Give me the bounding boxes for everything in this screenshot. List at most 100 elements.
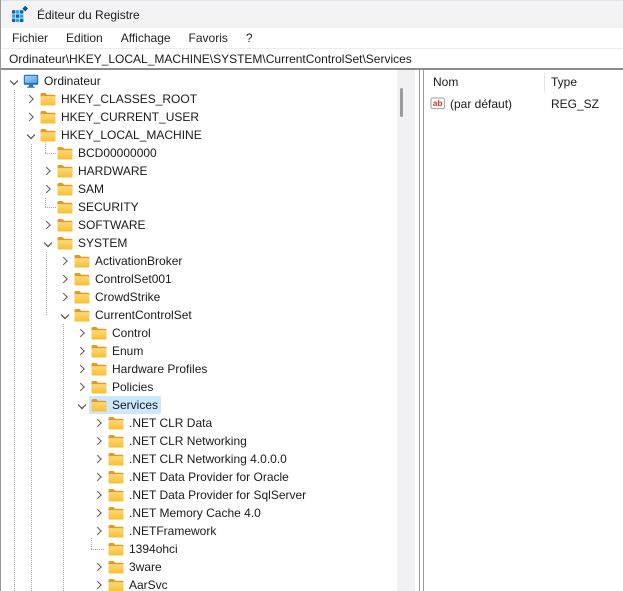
- folder-icon: [108, 560, 124, 574]
- folder-icon: [91, 326, 107, 340]
- folder-icon: [108, 488, 124, 502]
- tree-item-label: Services: [112, 396, 158, 414]
- chevron-icon[interactable]: [41, 234, 55, 252]
- tree-item--net-data-provider-for-oracle[interactable]: .NET Data Provider for Oracle: [1, 468, 397, 486]
- menu-item-edition[interactable]: Edition: [57, 29, 112, 47]
- column-header-type[interactable]: Type: [551, 75, 623, 89]
- chevron-icon[interactable]: [7, 72, 21, 90]
- menu-item-fichier[interactable]: Fichier: [3, 29, 57, 47]
- tree-item-label: .NETFramework: [129, 522, 216, 540]
- tree-item-label: .NET Memory Cache 4.0: [129, 504, 261, 522]
- tree-item-currentcontrolset[interactable]: CurrentControlSet: [1, 306, 397, 324]
- tree-item-label: SECURITY: [78, 198, 139, 216]
- chevron-icon[interactable]: [92, 432, 106, 450]
- tree-item-policies[interactable]: Policies: [1, 378, 397, 396]
- column-separator[interactable]: [544, 73, 545, 92]
- tree-item-label: BCD00000000: [78, 144, 157, 162]
- tree-item-activationbroker[interactable]: ActivationBroker: [1, 252, 397, 270]
- tree-item-label: .NET Data Provider for Oracle: [129, 468, 289, 486]
- chevron-icon[interactable]: [92, 522, 106, 540]
- tree-item-enum[interactable]: Enum: [1, 342, 397, 360]
- chevron-icon[interactable]: [92, 468, 106, 486]
- chevron-icon[interactable]: [41, 162, 55, 180]
- values-list: ab (par défaut) REG_SZ: [425, 94, 623, 113]
- tree-item--net-memory-cache-4-0[interactable]: .NET Memory Cache 4.0: [1, 504, 397, 522]
- menu-item-favoris[interactable]: Favoris: [180, 29, 237, 47]
- registry-editor-window: Éditeur du Registre Fichier Edition Affi…: [0, 0, 623, 591]
- string-value-icon: ab: [430, 97, 446, 110]
- folder-icon: [74, 254, 90, 268]
- column-header-name[interactable]: Nom: [425, 75, 551, 89]
- tree-item-control[interactable]: Control: [1, 324, 397, 342]
- tree-item-crowdstrike[interactable]: CrowdStrike: [1, 288, 397, 306]
- tree-item-hardware-profiles[interactable]: Hardware Profiles: [1, 360, 397, 378]
- tree-item-hkey-classes-root[interactable]: HKEY_CLASSES_ROOT: [1, 90, 397, 108]
- tree-item--net-clr-networking-4-0-0-0[interactable]: .NET CLR Networking 4.0.0.0: [1, 450, 397, 468]
- tree-item-system[interactable]: SYSTEM: [1, 234, 397, 252]
- folder-icon: [91, 344, 107, 358]
- chevron-icon[interactable]: [24, 90, 38, 108]
- chevron-icon[interactable]: [75, 378, 89, 396]
- chevron-icon[interactable]: [92, 486, 106, 504]
- pane-splitter[interactable]: [415, 70, 425, 591]
- chevron-icon[interactable]: [58, 252, 72, 270]
- tree-item-label: Policies: [112, 378, 153, 396]
- tree-item-label: .NET CLR Networking: [129, 432, 247, 450]
- tree-item-bcd00000000[interactable]: BCD00000000: [1, 144, 397, 162]
- chevron-icon[interactable]: [75, 360, 89, 378]
- tree-item-1394ohci[interactable]: 1394ohci: [1, 540, 397, 558]
- tree-item-label: .NET CLR Networking 4.0.0.0: [129, 450, 287, 468]
- tree-item-label: HKEY_LOCAL_MACHINE: [61, 126, 202, 144]
- chevron-icon[interactable]: [24, 108, 38, 126]
- tree-item-aarsvc[interactable]: AarSvc: [1, 576, 397, 591]
- chevron-icon[interactable]: [58, 288, 72, 306]
- tree-item-software[interactable]: SOFTWARE: [1, 216, 397, 234]
- chevron-icon[interactable]: [41, 180, 55, 198]
- menu-item--[interactable]: ?: [237, 29, 262, 47]
- chevron-icon[interactable]: [58, 306, 72, 324]
- tree-item--netframework[interactable]: .NETFramework: [1, 522, 397, 540]
- folder-icon: [57, 164, 73, 178]
- chevron-icon[interactable]: [92, 558, 106, 576]
- chevron-icon[interactable]: [92, 576, 106, 591]
- chevron-icon[interactable]: [75, 324, 89, 342]
- tree-item--net-clr-data[interactable]: .NET CLR Data: [1, 414, 397, 432]
- tree-item-3ware[interactable]: 3ware: [1, 558, 397, 576]
- tree-item-hkey-local-machine[interactable]: HKEY_LOCAL_MACHINE: [1, 126, 397, 144]
- tree-item-services[interactable]: Services: [1, 396, 397, 414]
- values-pane: Nom Type ab (par défaut) REG_SZ: [425, 70, 623, 591]
- value-row[interactable]: ab (par défaut) REG_SZ: [425, 94, 623, 113]
- tree-item-label: SAM: [78, 180, 104, 198]
- tree-item--net-clr-networking[interactable]: .NET CLR Networking: [1, 432, 397, 450]
- tree-item-label: ControlSet001: [95, 270, 172, 288]
- registry-tree: Ordinateur: [1, 72, 397, 591]
- chevron-icon[interactable]: [92, 504, 106, 522]
- tree-item--net-data-provider-for-sqlserver[interactable]: .NET Data Provider for SqlServer: [1, 486, 397, 504]
- chevron-icon[interactable]: [41, 216, 55, 234]
- tree-vertical-scrollbar[interactable]: [397, 70, 415, 591]
- chevron-icon[interactable]: [75, 396, 89, 414]
- tree-item-sam[interactable]: SAM: [1, 180, 397, 198]
- scrollbar-thumb[interactable]: [400, 88, 403, 117]
- chevron-icon[interactable]: [24, 126, 38, 144]
- address-bar-input[interactable]: Ordinateur\HKEY_LOCAL_MACHINE\SYSTEM\Cur…: [1, 48, 623, 68]
- chevron-icon[interactable]: [92, 414, 106, 432]
- tree-item-ordinateur[interactable]: Ordinateur: [1, 72, 397, 90]
- chevron-icon[interactable]: [92, 450, 106, 468]
- tree-item-controlset001[interactable]: ControlSet001: [1, 270, 397, 288]
- tree-item-hardware[interactable]: HARDWARE: [1, 162, 397, 180]
- computer-icon: [23, 74, 39, 88]
- folder-icon: [91, 398, 107, 412]
- chevron-icon[interactable]: [75, 342, 89, 360]
- tree-item-label: CrowdStrike: [95, 288, 160, 306]
- folder-icon: [74, 290, 90, 304]
- tree-item-security[interactable]: SECURITY: [1, 198, 397, 216]
- registry-tree-pane: Ordinateur: [1, 70, 397, 591]
- folder-icon: [108, 470, 124, 484]
- menu-item-affichage[interactable]: Affichage: [112, 29, 180, 47]
- values-header-row: Nom Type: [425, 70, 623, 94]
- address-path: Ordinateur\HKEY_LOCAL_MACHINE\SYSTEM\Cur…: [9, 52, 412, 66]
- tree-item-hkey-current-user[interactable]: HKEY_CURRENT_USER: [1, 108, 397, 126]
- tree-item-label: HKEY_CLASSES_ROOT: [61, 90, 197, 108]
- chevron-icon[interactable]: [58, 270, 72, 288]
